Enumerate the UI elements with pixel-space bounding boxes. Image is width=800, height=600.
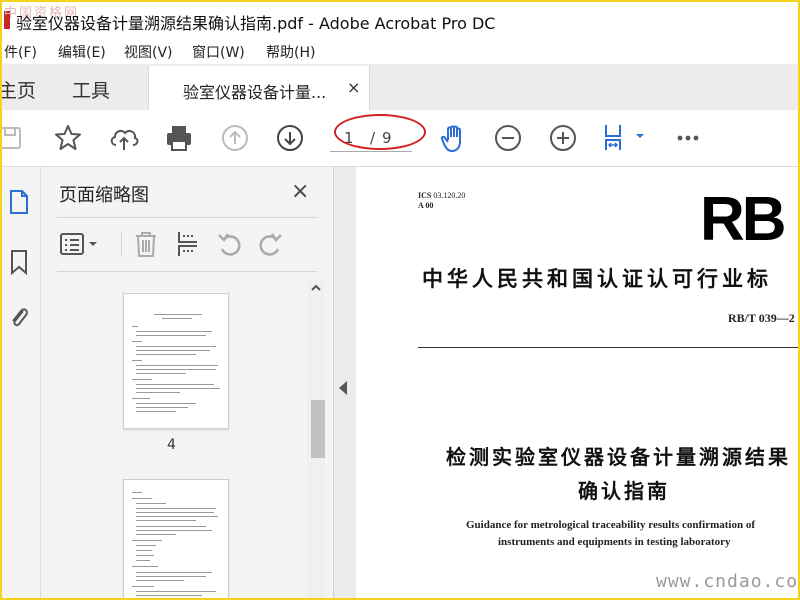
window-title: 验室仪器设备计量溯源结果确认指南.pdf - Adobe Acrobat Pro… (16, 14, 496, 33)
tab-tools[interactable]: 工具 (72, 76, 110, 103)
scroll-up-icon[interactable] (309, 281, 323, 295)
next-page-icon[interactable] (274, 122, 306, 154)
zoom-in-icon[interactable] (547, 122, 579, 154)
tab-document[interactable]: 验室仪器设备计量... × (148, 66, 370, 110)
menu-file[interactable]: 件(F) (4, 42, 37, 62)
classification-code: A 00 (418, 201, 434, 210)
more-icon[interactable] (672, 122, 704, 154)
thumbnail-page-label: 4 (167, 437, 176, 453)
hand-tool-icon[interactable] (438, 122, 470, 154)
watermark-bottom-right: www.cndao.com (656, 571, 798, 592)
document-title-line1: 检测实验室仪器设备计量溯源结果 (446, 445, 791, 469)
left-navigation-rail (2, 167, 41, 598)
print-icon[interactable] (163, 122, 195, 154)
menu-window[interactable]: 窗口(W) (192, 42, 245, 62)
thumbnail-options-icon[interactable] (59, 229, 103, 259)
panel-divider (57, 217, 317, 218)
rotate-left-icon[interactable] (215, 229, 245, 259)
scroll-thumb[interactable] (311, 400, 325, 458)
menu-edit[interactable]: 编辑(E) (58, 42, 106, 62)
standard-organization-title: 中华人民共和国认证认可行业标 (422, 267, 772, 291)
close-icon[interactable]: × (347, 78, 360, 97)
tab-bar: 主页 工具 验室仪器设备计量... × (2, 64, 798, 111)
title-bar: 中国资格网 验室仪器设备计量溯源结果确认指南.pdf - Adobe Acrob… (2, 2, 798, 38)
panel-title: 页面缩略图 (59, 185, 149, 206)
header-rule (418, 347, 798, 348)
menu-bar: 件(F) 编辑(E) 视图(V) 窗口(W) 帮助(H) (2, 38, 798, 64)
ics-code: ICS 03.120.20 (418, 191, 465, 200)
fit-page-icon[interactable] (602, 122, 646, 154)
page-thumbnails-icon[interactable] (4, 187, 34, 217)
panel-splitter[interactable] (333, 167, 357, 598)
ics-label: ICS (418, 191, 432, 200)
panel-divider-lower (57, 271, 317, 272)
annotation-ellipse (334, 114, 426, 150)
panel-close-icon[interactable]: × (291, 179, 309, 204)
document-title-line2: 确认指南 (578, 479, 670, 503)
english-title-line1: Guidance for metrological traceability r… (466, 519, 756, 531)
previous-page-icon[interactable] (219, 122, 251, 154)
attachments-icon[interactable] (4, 303, 34, 333)
menu-help[interactable]: 帮助(H) (266, 42, 315, 62)
zoom-out-icon[interactable] (492, 122, 524, 154)
app-window: 中国资格网 验室仪器设备计量溯源结果确认指南.pdf - Adobe Acrob… (0, 0, 800, 600)
document-view: ICS 03.120.20 A 00 RB 中华人民共和国认证认可行业标 RB/… (356, 167, 798, 598)
page-thumbnail-4[interactable] (123, 293, 229, 429)
collapse-panel-icon[interactable] (339, 381, 347, 395)
menu-view[interactable]: 视图(V) (124, 42, 173, 62)
document-tab-label: 验室仪器设备计量... (183, 83, 327, 102)
delete-page-icon[interactable] (131, 229, 161, 259)
standard-number: RB/T 039—2 (728, 311, 795, 325)
tab-home[interactable]: 主页 (2, 76, 36, 103)
extract-page-icon[interactable] (173, 229, 203, 259)
rotate-right-icon[interactable] (255, 229, 285, 259)
thumbnails-panel: 页面缩略图 × 4 (41, 167, 333, 598)
english-title-line2: instruments and equipments in testing la… (498, 536, 731, 548)
ics-value: 03.120.20 (433, 191, 466, 200)
toolbar-separator (121, 231, 122, 257)
save-icon[interactable] (2, 122, 26, 154)
cloud-upload-icon[interactable] (108, 122, 140, 154)
rb-logo: RB (700, 185, 787, 254)
page-thumbnail-5[interactable] (123, 479, 229, 598)
bookmarks-icon[interactable] (4, 247, 34, 277)
thumbnail-scrollbar[interactable] (307, 279, 325, 598)
bookmark-star-icon[interactable] (52, 122, 84, 154)
